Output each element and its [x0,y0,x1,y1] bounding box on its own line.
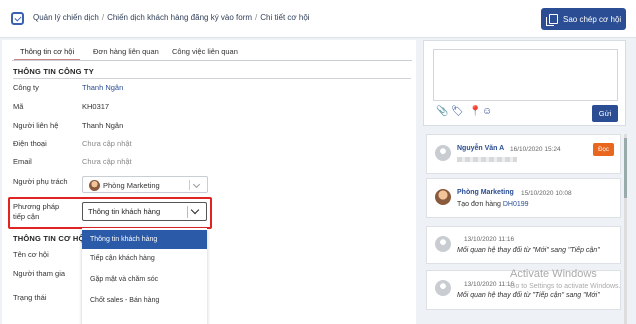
activity-time: 13/10/2020 11:16 [464,236,515,243]
phone-label: Điện thoại [13,139,47,148]
contact-label: Người liên hệ [13,121,59,130]
chevron-down-icon [192,180,201,189]
scrollbar[interactable] [624,134,627,324]
activity-author[interactable]: Phòng Marketing [457,189,514,196]
send-button[interactable]: Gửi [592,105,618,122]
method-label-line1: Phương pháp [13,202,60,211]
activity-item: Nguyễn Văn A 16/10/2020 15:24 Đọc [426,134,621,174]
opportunity-detail-panel: Thông tin cơ hội Đơn hàng liên quan Công… [2,40,416,324]
email-value: Chưa cập nhật [82,157,132,166]
activity-panel: 📎 🏷 📍 ☺ Gửi Nguyễn Văn A 16/10/2020 15:2… [423,40,627,324]
owner-select[interactable]: Phòng Marketing [82,176,208,193]
avatar [435,236,451,252]
approach-method-select[interactable]: Thông tin khách hàng [82,202,207,221]
company-value[interactable]: Thanh Ngân [82,83,123,92]
paperclip-icon[interactable]: 📎 [436,107,448,117]
breadcrumb-item[interactable]: Chiến dịch khách hàng đăng ký vào form [107,13,252,22]
tag-icon[interactable]: 🏷 [451,107,464,117]
activity-time: 16/10/2020 15:24 [510,146,561,153]
owner-label: Người phụ trách [13,177,68,186]
copy-icon [546,14,558,26]
copy-opportunity-label: Sao chép cơ hội [563,14,622,24]
chevron-down-icon [190,205,200,215]
activity-item: Phòng Marketing 15/10/2020 10:08 Tạo đơn… [426,178,621,218]
breadcrumb-item: Chi tiết cơ hội [260,13,310,22]
dropdown-option[interactable]: Gặp mặt và chăm sóc [82,270,207,289]
code-label: Mã [13,102,24,111]
activity-item: 13/10/2020 11:16 Mối quan hệ thay đổi từ… [426,226,621,264]
avatar [89,180,100,191]
phone-value: Chưa cập nhật [82,139,132,148]
tab-related-orders[interactable]: Đơn hàng liên quan [93,47,159,56]
activity-body: Mối quan hệ thay đổi từ "Mới" sang "Tiếp… [457,247,600,254]
company-section-title: THÔNG TIN CÔNG TY [13,67,94,76]
status-label: Trạng thái [13,293,47,302]
method-label-line2: tiếp cận [13,212,40,221]
avatar [435,189,451,205]
redacted-text [457,157,517,162]
activity-body: Tạo đơn hàng DH0199 [457,201,529,208]
tab-bar: Thông tin cơ hội Đơn hàng liên quan Công… [12,45,412,61]
order-link[interactable]: DH0199 [503,201,529,208]
breadcrumb: Quản lý chiến dịch / Chiến dịch khách hàng… [33,13,310,22]
activate-windows-subtext: Go to Settings to activate Windows. [510,283,621,290]
breadcrumb-item[interactable]: Quản lý chiến dịch [33,13,99,22]
checkbox-square-icon[interactable] [11,12,24,25]
activate-windows-watermark: Activate Windows [510,268,597,280]
section-divider [13,78,411,79]
dropdown-option[interactable]: Tiếp cận khách hàng [82,249,207,268]
email-label: Email [13,157,32,166]
location-pin-icon[interactable]: 📍 [469,107,481,117]
avatar [435,145,451,161]
tab-opportunity-info[interactable]: Thông tin cơ hội [13,47,81,60]
company-label: Công ty [13,83,39,92]
activity-time: 15/10/2020 10:08 [521,190,572,197]
approach-method-value: Thông tin khách hàng [88,207,161,216]
activity-time: 13/10/2020 11:16 [464,281,515,288]
owner-select-value: Phòng Marketing [103,181,160,190]
comment-input[interactable] [433,49,618,101]
participants-label: Người tham gia [13,269,66,278]
top-bar: Quản lý chiến dịch / Chiến dịch khách hàng… [0,0,636,38]
tab-related-tasks[interactable]: Công việc liên quan [172,47,238,56]
dropdown-option[interactable]: Thông tin khách hàng [82,230,207,249]
approach-method-dropdown: Thông tin khách hàng Tiếp cận khách hàng… [82,228,207,324]
code-value: KH0317 [82,102,110,111]
activity-author[interactable]: Nguyễn Văn A [457,145,504,152]
read-button[interactable]: Đọc [593,143,614,156]
emoji-icon[interactable]: ☺ [482,107,492,117]
opportunity-name-label: Tên cơ hội [13,250,49,259]
contact-value: Thanh Ngân [82,121,124,130]
copy-opportunity-button[interactable]: Sao chép cơ hội [541,8,626,30]
avatar [435,280,451,296]
dropdown-option[interactable]: Chốt sales - Bán hàng [82,291,207,310]
activity-body: Mối quan hệ thay đổi từ "Tiếp cận" sang … [457,292,600,299]
comment-composer: 📎 🏷 📍 ☺ Gửi [423,40,626,126]
opportunity-section-title: THÔNG TIN CƠ HỘI [13,234,87,243]
